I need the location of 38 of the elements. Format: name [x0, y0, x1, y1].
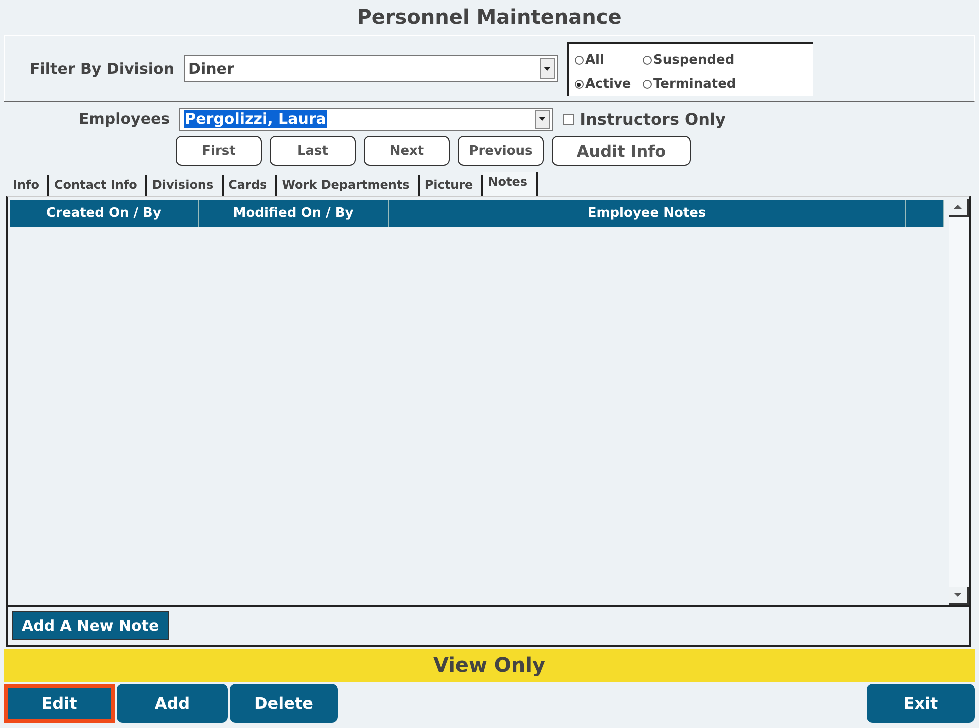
nav-button[interactable]: Next: [364, 136, 450, 166]
division-dropdown[interactable]: Diner: [184, 55, 558, 82]
radio-icon[interactable]: [642, 56, 652, 65]
add-note-button[interactable]: Add A New Note: [12, 611, 170, 640]
window-title: Personnel Maintenance: [356, 4, 623, 31]
column-header: Modified On / By: [199, 200, 389, 227]
scrollbar[interactable]: [949, 199, 969, 605]
action-button[interactable]: Edit: [4, 684, 115, 723]
employee-dropdown[interactable]: Pergolizzi, Laura: [179, 108, 554, 130]
nav-button[interactable]: Last: [270, 136, 356, 166]
tab[interactable]: Divisions: [147, 175, 224, 196]
column-header: Employee Notes: [389, 200, 906, 227]
nav-button[interactable]: First: [176, 136, 262, 166]
exit-button[interactable]: Exit: [867, 684, 975, 723]
action-button[interactable]: Add: [117, 684, 228, 723]
tab[interactable]: Work Departments: [277, 175, 420, 196]
checkbox-label: Instructors Only: [580, 110, 726, 128]
status-radio[interactable]: Terminated: [642, 74, 812, 96]
column-header: Created On / By: [10, 200, 199, 227]
status-radio[interactable]: All: [574, 50, 642, 72]
employees-label: Employees: [79, 110, 170, 128]
radio-icon[interactable]: [574, 56, 584, 65]
tab[interactable]: Info: [8, 175, 50, 196]
scroll-down-icon[interactable]: [949, 587, 969, 605]
action-button[interactable]: Delete: [230, 684, 338, 723]
radio-icon[interactable]: [642, 80, 652, 89]
filter-label: Filter By Division: [30, 60, 174, 78]
status-radio[interactable]: Active: [574, 74, 642, 96]
tab[interactable]: Notes: [483, 172, 538, 196]
status-radio[interactable]: Suspended: [642, 50, 812, 72]
radio-icon[interactable]: [574, 80, 584, 89]
nav-button[interactable]: Previous: [458, 136, 544, 166]
tab[interactable]: Contact Info: [49, 175, 148, 196]
status-bar: View Only: [4, 649, 975, 682]
scroll-up-icon[interactable]: [949, 199, 969, 217]
audit-button[interactable]: Audit Info: [552, 136, 691, 166]
tab[interactable]: Cards: [224, 175, 278, 196]
instructors-checkbox[interactable]: [563, 114, 574, 124]
